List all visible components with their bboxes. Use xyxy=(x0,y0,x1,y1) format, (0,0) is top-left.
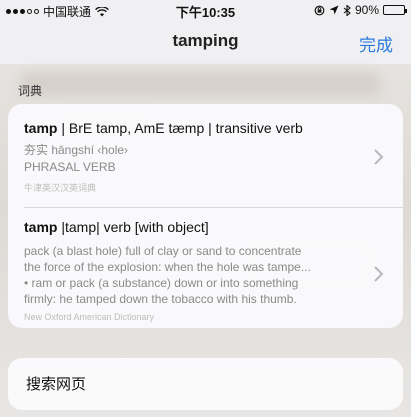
entry-pronunciation: | BrE tamp, AmE tæmp | transitive verb xyxy=(57,120,303,136)
nav-bar: tamping 完成 xyxy=(0,20,411,64)
entry-line: the force of the explosion: when the hol… xyxy=(24,260,311,274)
status-right: 90% xyxy=(314,3,407,17)
search-web-button[interactable]: 搜索网页 xyxy=(8,358,403,410)
entry-line: pack (a blast hole) full of clay or sand… xyxy=(24,244,302,258)
chevron-right-icon xyxy=(374,266,384,282)
blur-shape xyxy=(20,72,380,96)
section-label-dictionary: 词典 xyxy=(18,84,43,98)
entry-pronunciation: |tamp| verb [with object] xyxy=(57,219,209,235)
entry-line: firmly: he tamped down the tobacco with … xyxy=(24,292,297,306)
bluetooth-icon xyxy=(343,4,351,16)
dictionary-card: tamp | BrE tamp, AmE tæmp | transitive v… xyxy=(8,104,403,328)
entry-source: 牛津英汉汉英词典 xyxy=(24,183,97,193)
chevron-right-icon xyxy=(374,149,384,165)
dictionary-entry[interactable]: tamp |tamp| verb [with object] pack (a b… xyxy=(8,207,403,328)
entry-line: PHRASAL VERB xyxy=(24,160,116,174)
entry-headline: tamp | BrE tamp, AmE tæmp | transitive v… xyxy=(24,120,303,136)
dictionary-entry[interactable]: tamp | BrE tamp, AmE tæmp | transitive v… xyxy=(8,104,403,207)
entry-word: tamp xyxy=(24,120,58,136)
search-web-label: 搜索网页 xyxy=(26,376,87,393)
entry-source: New Oxford American Dictionary xyxy=(24,312,155,322)
entry-word: tamp xyxy=(24,219,58,235)
done-button[interactable]: 完成 xyxy=(359,31,393,56)
battery-percent: 90% xyxy=(354,3,379,17)
status-bar: 中国联通 下午10:35 90% xyxy=(0,0,411,20)
battery-icon xyxy=(383,5,407,15)
nav-title: tamping xyxy=(172,31,239,50)
entry-line: 夯实 hāngshí ‹hole› xyxy=(24,143,129,157)
location-arrow-icon xyxy=(329,5,339,15)
entry-headline: tamp |tamp| verb [with object] xyxy=(24,219,209,235)
rotation-lock-icon xyxy=(314,5,325,15)
entry-line: • ram or pack (a substance) down or into… xyxy=(24,276,299,290)
